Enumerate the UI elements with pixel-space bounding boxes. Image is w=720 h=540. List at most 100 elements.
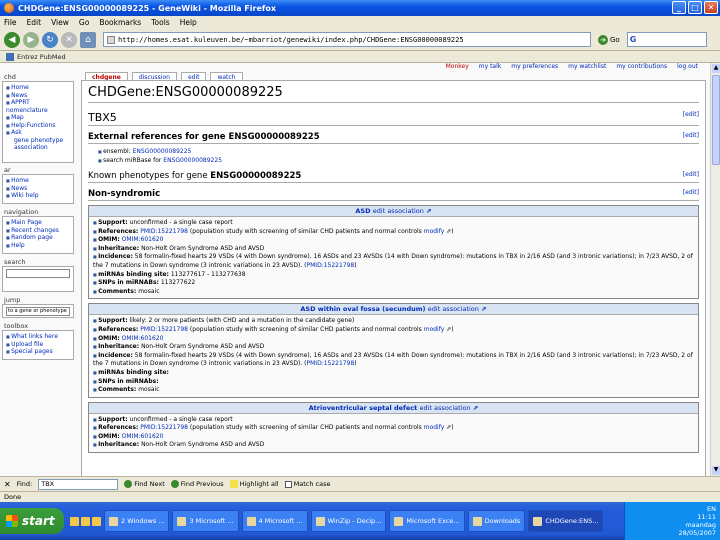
non-syndromic-heading: Non-syndromic [edit] — [88, 189, 699, 201]
omim-link[interactable]: OMIM:601620 — [122, 433, 164, 440]
omim-link[interactable]: OMIM:601620 — [122, 236, 164, 243]
edit-non-syndromic-link[interactable]: [edit] — [683, 189, 699, 196]
menu-view[interactable]: View — [51, 18, 69, 27]
association-title[interactable]: ASD — [355, 207, 370, 215]
edit-association-link[interactable]: edit association — [373, 207, 424, 215]
menu-bookmarks[interactable]: Bookmarks — [99, 18, 141, 27]
url-input[interactable]: http://homes.esat.kuleuven.be/~mbarriot/… — [103, 32, 591, 47]
task-downloads[interactable]: Downloads — [467, 510, 526, 532]
sidebar-item-map[interactable]: Map — [6, 114, 70, 122]
close-button[interactable]: ✕ — [704, 1, 718, 14]
modify-link[interactable]: modify — [424, 326, 445, 333]
sidebar-item-home[interactable]: Home — [6, 84, 70, 92]
sidebar-help[interactable]: Help — [6, 242, 70, 250]
sidebar-ar-wiki-help[interactable]: Wiki help — [6, 192, 70, 200]
ext-refs-heading: External references for gene ENSG0000008… — [88, 132, 699, 144]
scroll-up-icon[interactable]: ▲ — [712, 64, 720, 73]
scroll-down-icon[interactable]: ▼ — [712, 466, 720, 475]
support-row: Support: unconfirmed - a single case rep… — [93, 416, 694, 425]
start-button[interactable]: start — [0, 508, 64, 534]
pmid-link[interactable]: PMID:15221798 — [140, 326, 188, 333]
sidebar-item-news[interactable]: News — [6, 92, 70, 100]
ptool-talk[interactable]: my talk — [479, 63, 501, 70]
task-microsoft-2[interactable]: 4 Microsoft ... — [241, 510, 308, 532]
match-case-checkbox[interactable]: Match case — [284, 480, 330, 488]
forward-icon[interactable]: ▶ — [23, 31, 39, 48]
pmid-link[interactable]: PMID:15221798 — [140, 228, 188, 235]
quick-launch-icon[interactable] — [81, 516, 90, 526]
sidebar-item-gene-phenotype[interactable]: gene phenotype association — [6, 137, 70, 152]
reload-icon[interactable]: ↻ — [42, 31, 58, 48]
close-find-icon[interactable]: ✕ — [4, 480, 11, 489]
bookmarks-toolbar: Entrez PubMed — [0, 51, 720, 63]
stop-icon[interactable]: ✕ — [61, 31, 77, 48]
vertical-scrollbar[interactable]: ▲ ▼ — [710, 63, 720, 476]
go-button[interactable]: ➔ Go — [598, 34, 620, 45]
list-item: ensembl: ENSG00000089225 — [98, 147, 699, 156]
modify-link[interactable]: modify — [424, 228, 445, 235]
edit-phenotypes-link[interactable]: [edit] — [683, 171, 699, 178]
menu-file[interactable]: File — [4, 18, 17, 27]
quick-launch-icon[interactable] — [70, 516, 79, 526]
find-previous-button[interactable]: Find Previous — [170, 480, 224, 488]
menu-help[interactable]: Help — [180, 18, 197, 27]
sidebar-main-page[interactable]: Main Page — [6, 219, 70, 227]
sidebar-what-links-here[interactable]: What links here — [6, 333, 70, 341]
clock-date: 28/05/2007 — [678, 529, 716, 537]
edit-ext-refs-link[interactable]: [edit] — [683, 132, 699, 139]
sidebar-chd-label: chd — [4, 73, 16, 81]
bookmark-entrez-pubmed[interactable]: Entrez PubMed — [17, 53, 66, 61]
edit-association-link[interactable]: edit association — [420, 404, 471, 412]
ptool-user[interactable]: Monkey — [446, 63, 469, 70]
ptool-contributions[interactable]: my contributions — [616, 63, 667, 70]
ensembl-link[interactable]: ENSG00000089225 — [133, 148, 192, 155]
incidence-pmid-link[interactable]: PMID:15221798 — [307, 262, 355, 269]
sidebar-jump-input[interactable]: to a gene or phenotype — [6, 307, 70, 316]
menu-edit[interactable]: Edit — [27, 18, 42, 27]
sidebar-item-ask[interactable]: Ask — [6, 129, 70, 137]
menu-go[interactable]: Go — [79, 18, 89, 27]
minimize-button[interactable]: _ — [672, 1, 686, 14]
non-syndromic-text: Non-syndromic — [88, 189, 161, 199]
task-winzip[interactable]: WinZip - Decip... — [310, 510, 387, 532]
find-previous-label: Find Previous — [180, 480, 224, 488]
highlight-all-button[interactable]: Highlight all — [229, 480, 279, 488]
sidebar-upload-file[interactable]: Upload file — [6, 341, 70, 349]
association-title[interactable]: Atrioventricular septal defect — [309, 404, 418, 412]
modify-link[interactable]: modify — [424, 424, 445, 431]
sidebar-special-pages[interactable]: Special pages — [6, 348, 70, 356]
pmid-link[interactable]: PMID:15221798 — [140, 424, 188, 431]
maximize-button[interactable]: □ — [688, 1, 702, 14]
ptool-watchlist[interactable]: my watchlist — [568, 63, 606, 70]
clock-time: 11:11 — [697, 513, 716, 521]
home-icon[interactable]: ⌂ — [80, 31, 96, 48]
sidebar-ar-home[interactable]: Home — [6, 177, 70, 185]
sidebar-recent-changes[interactable]: Recent changes — [6, 227, 70, 235]
quick-launch-icon[interactable] — [92, 516, 101, 526]
sidebar-search-input[interactable] — [6, 269, 70, 278]
sidebar-item-apprt[interactable]: APPRT nomenclature — [6, 99, 70, 114]
edit-gene-link[interactable]: [edit] — [683, 111, 699, 118]
back-icon[interactable]: ◀ — [4, 31, 20, 48]
language-indicator[interactable]: EN — [707, 505, 716, 513]
association-title[interactable]: ASD within oval fossa (secundum) — [300, 305, 425, 313]
edit-association-link[interactable]: edit association — [428, 305, 479, 313]
task-microsoft-1[interactable]: 3 Microsoft ... — [172, 510, 239, 532]
ptool-preferences[interactable]: my preferences — [511, 63, 558, 70]
scroll-thumb[interactable] — [712, 75, 720, 165]
incidence-pmid-link[interactable]: PMID:15221798 — [307, 360, 355, 367]
find-input[interactable]: TBX — [38, 478, 119, 490]
mirbase-link[interactable]: ENSG00000089225 — [163, 157, 222, 164]
task-firefox[interactable]: CHDGene:ENS... — [528, 510, 604, 532]
task-windows[interactable]: 2 Windows ... — [104, 510, 170, 532]
ptool-logout[interactable]: log out — [677, 63, 698, 70]
menu-tools[interactable]: Tools — [151, 18, 169, 27]
sidebar-ar-news[interactable]: News — [6, 185, 70, 193]
search-engine-input[interactable]: G — [626, 32, 707, 47]
association-asd: ASD edit association ⇗ Support: unconfir… — [88, 205, 699, 300]
find-next-button[interactable]: Find Next — [124, 480, 165, 488]
sidebar-item-help-functions[interactable]: Help:Functions — [6, 122, 70, 130]
omim-link[interactable]: OMIM:601620 — [122, 335, 164, 342]
task-excel[interactable]: Microsoft Exce... — [389, 510, 465, 532]
sidebar-random-page[interactable]: Random page — [6, 234, 70, 242]
